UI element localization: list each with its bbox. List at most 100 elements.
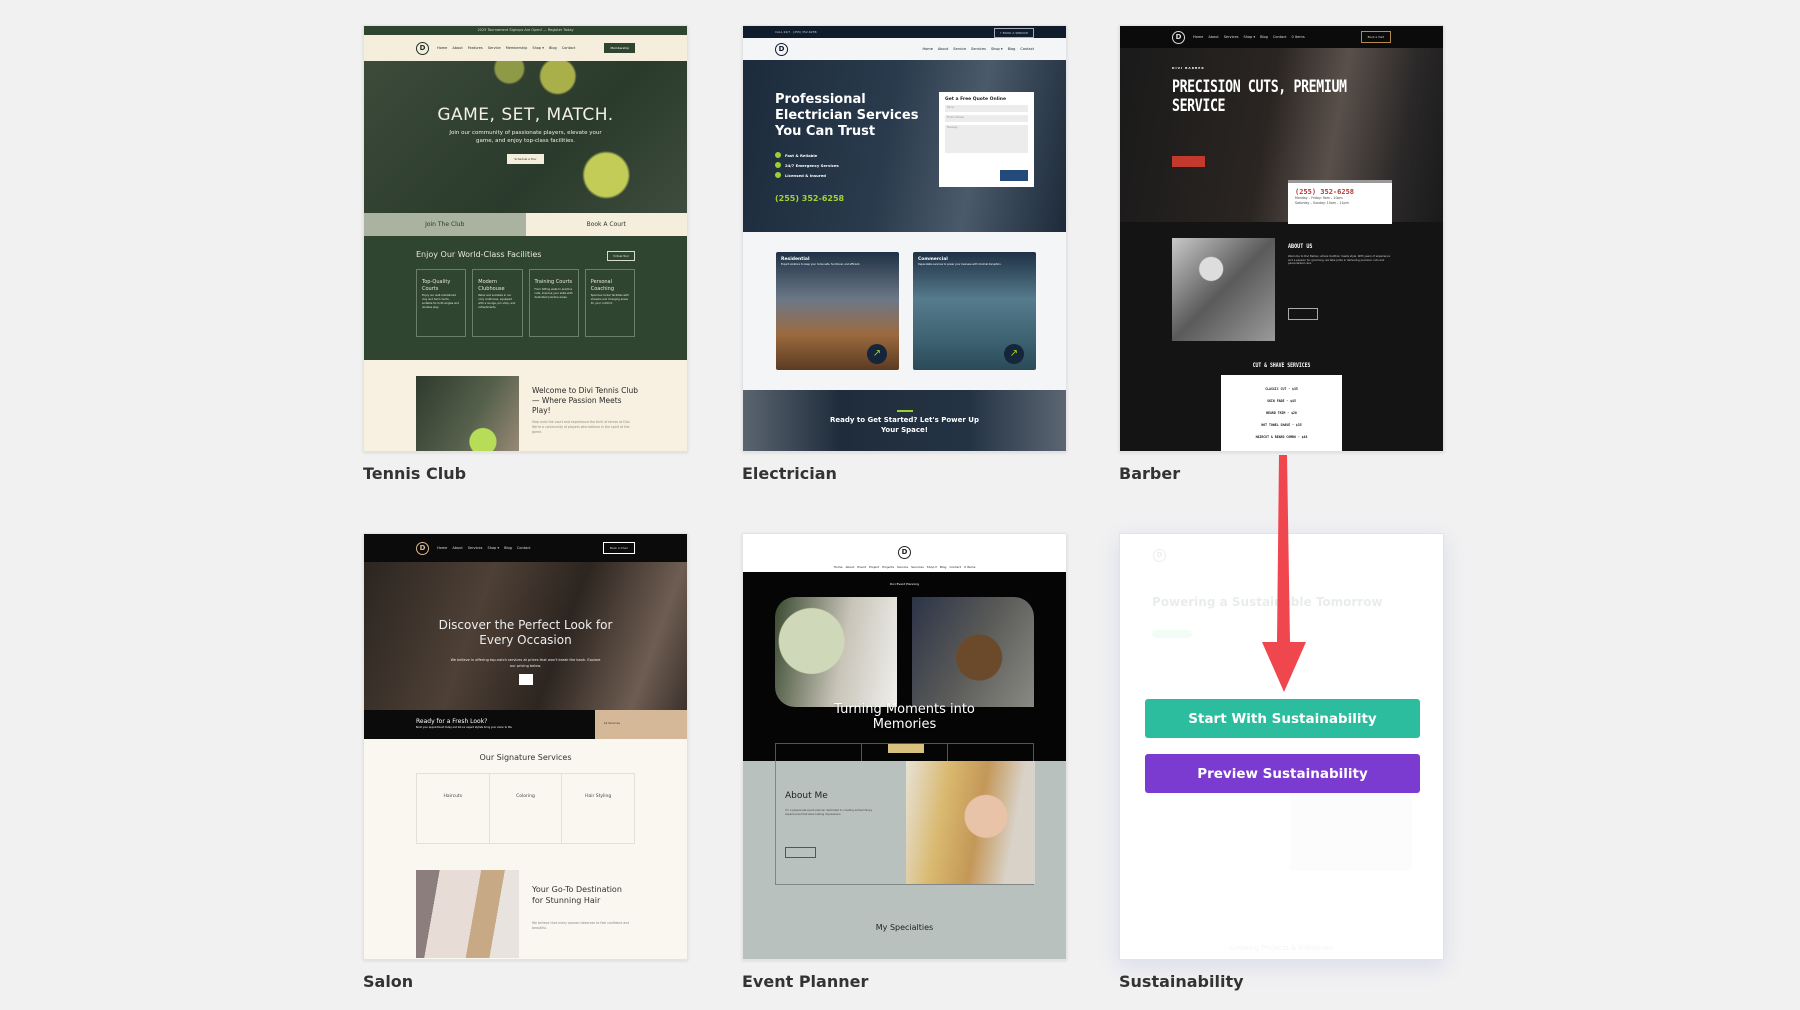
thumb-nav-item: Blog xyxy=(549,46,557,50)
thumb-nav-item: Blog xyxy=(1007,47,1016,51)
thumb-about-text: We believe that every woman deserves to … xyxy=(532,921,630,930)
divi-logo-icon: D xyxy=(1172,30,1185,44)
divi-logo-icon: D xyxy=(416,41,429,55)
thumb-nav: Home About Service Services Shop ▾ Blog … xyxy=(923,47,1034,51)
thumb-about-text: Welcome to Divi Barber, where tradition … xyxy=(1288,255,1391,266)
divi-logo-icon: D xyxy=(775,42,788,56)
template-label[interactable]: Electrician xyxy=(742,464,837,483)
template-label[interactable]: Event Planner xyxy=(742,972,868,991)
thumb-eyebrow: Divi Event Planning xyxy=(889,582,920,586)
thumb-welcome: Welcome to Divi Tennis Club— Where Passi… xyxy=(364,360,687,451)
thumb-service-text: Dependable services to power your busine… xyxy=(918,263,1002,266)
thumb-nav-item: Blog xyxy=(504,546,512,550)
thumb-quote-field: Message xyxy=(945,125,1028,153)
thumb-header: D Home About Event Project Projects Serv… xyxy=(743,534,1066,572)
thumb-nav-item: About xyxy=(452,546,463,550)
thumb-price-item: HAIRCUT & BEARD COMBO - $48 xyxy=(1255,435,1308,439)
template-label[interactable]: Sustainability xyxy=(1119,972,1244,991)
thumb-nav-item: Home xyxy=(922,47,933,51)
template-label[interactable]: Tennis Club xyxy=(363,464,466,483)
thumb-nav: Home About Services Shop ▾ Blog Contact xyxy=(437,546,531,550)
thumb-facility: Personal Coaching Spacious locker facilit… xyxy=(584,269,635,337)
thumb-bar-text: Book your appointment today and let our … xyxy=(416,726,513,729)
thumb-catering-photo xyxy=(912,597,1034,707)
thumb-header-button: Book a Visit xyxy=(1360,31,1391,43)
thumb-service-text: Expert solutions to keep your home safe,… xyxy=(781,263,861,266)
thumb-hero: Professional Electrician Services You Ca… xyxy=(743,60,1066,232)
thumb-hero-title: PRECISION CUTS, PREMIUM SERVICE xyxy=(1172,77,1347,116)
thumb-nav-item: Contact xyxy=(561,46,576,50)
thumb-feature-list: Fast & Reliable 24/7 Emergency Services … xyxy=(775,152,839,182)
thumb-split-left: Join The Club xyxy=(364,213,526,236)
thumb-nav-item: 0 Items xyxy=(1291,35,1305,39)
thumb-nav-item: Shop ▾ xyxy=(1243,35,1256,39)
thumb-facilities-button: Virtual Tour xyxy=(607,251,635,261)
thumb-cta-accent xyxy=(896,410,913,412)
thumb-facility: Top-Quality Courts Enjoy our well-maintai… xyxy=(416,269,467,337)
thumb-about-title: Your Go-To Destination for Stunning Hair xyxy=(532,885,622,905)
thumb-cta: Ready to Get Started? Let's Power Up You… xyxy=(743,390,1066,451)
thumb-hero-grid xyxy=(743,743,1066,761)
thumb-topbar-button: ⚡ BOOK A SERVICE xyxy=(993,28,1034,38)
thumb-tennis-photo xyxy=(416,376,519,451)
thumb-price-item: SKIN FADE - $45 xyxy=(1267,399,1296,403)
thumb-nav-item: About xyxy=(845,565,855,569)
thumb-nav-item: Services xyxy=(1223,35,1239,39)
thumb-services-title: CUT & SHAVE SERVICES xyxy=(1252,362,1311,369)
thumb-facility: Modern Clubhouse Relax and socialize in o… xyxy=(472,269,523,337)
thumb-stylist-photo xyxy=(416,870,519,958)
thumb-facility-title: Top-Quality Courts xyxy=(422,279,451,292)
thumb-hero-title: Turning Moments into Memories xyxy=(834,702,975,732)
thumb-hero-text: Join our community of passionate players… xyxy=(449,130,602,144)
thumb-bar-button: All Services xyxy=(594,710,687,739)
thumb-nav-item: Blog xyxy=(1260,35,1268,39)
thumb-hero-title: Powering a Sustainable Tomorrow xyxy=(1152,595,1383,609)
divi-logo-icon: D xyxy=(416,541,429,555)
thumb-nav-item: Event xyxy=(857,565,866,569)
preview-template-button[interactable]: Preview Sustainability xyxy=(1145,754,1420,793)
thumb-learn-more xyxy=(1288,308,1318,320)
thumb-facility-text: Enjoy our well-maintained clay and hard … xyxy=(422,294,459,309)
thumb-about: About Me I'm a passionate event planner … xyxy=(743,761,1066,959)
thumb-about-text: I'm a passionate event planner dedicated… xyxy=(785,809,873,816)
thumb-facility-text: From hitting walls to practice nets, imp… xyxy=(534,287,573,299)
thumb-phone: (255) 352-6258 xyxy=(775,194,845,203)
thumb-header: D Home About Service Services Shop ▾ Blo… xyxy=(743,38,1066,60)
thumb-bar-title: Ready for a Fresh Look? xyxy=(416,718,488,725)
template-card-electrician[interactable]: CALL 24/7 · (255) 352-6258 ⚡ BOOK A SERV… xyxy=(742,25,1067,452)
template-card-barber[interactable]: D Home About Services Shop ▾ Blog Contac… xyxy=(1119,25,1444,452)
thumb-nav-item: Shop ▾ xyxy=(487,546,500,550)
thumb-split: Join The Club Book A Court xyxy=(364,213,687,236)
thumb-nav-item: About xyxy=(1208,35,1219,39)
thumb-topbar-text: CALL 24/7 · (255) 352-6258 xyxy=(775,30,817,34)
thumb-quote-title: Get a Free Quote Online xyxy=(945,97,1007,102)
thumb-nav: Home About Event Project Projects Servic… xyxy=(743,565,1066,569)
thumb-nav-item: Home xyxy=(833,565,843,569)
thumb-service-card: Commercial Dependable services to power … xyxy=(913,252,1036,370)
thumb-nav-item: Contact xyxy=(949,565,962,569)
thumb-about-title: ABOUT US xyxy=(1288,242,1313,250)
template-card-salon[interactable]: D Home About Services Shop ▾ Blog Contac… xyxy=(363,533,688,960)
start-with-template-button[interactable]: Start With Sustainability xyxy=(1145,699,1420,738)
thumb-phone: (255) 352-6258 xyxy=(1295,188,1355,196)
thumb-price-item: CLASSIC CUT - $35 xyxy=(1265,387,1298,391)
thumb-quote-field: Email Address xyxy=(945,115,1028,122)
thumb-hero: DIVI BARBER PRECISION CUTS, PREMIUM SERV… xyxy=(1120,48,1443,224)
thumb-header: D Home About Features Service Membership… xyxy=(364,35,687,61)
thumb-hero-button xyxy=(1172,156,1205,167)
thumb-service: Hair Styling xyxy=(585,794,612,799)
thumb-topbar: CALL 24/7 · (255) 352-6258 ⚡ BOOK A SERV… xyxy=(743,26,1066,38)
template-card-event-planner[interactable]: D Home About Event Project Projects Serv… xyxy=(742,533,1067,960)
template-card-tennis-club[interactable]: 2025 Tournament Signups Are Open! — Regi… xyxy=(363,25,688,452)
thumb-planner-photo xyxy=(906,761,1035,884)
thumb-nav: Home About Features Service Membership S… xyxy=(437,46,575,50)
thumb-nav-item: Shop ▾ xyxy=(532,46,545,50)
thumb-welcome-title: Welcome to Divi Tennis Club— Where Passi… xyxy=(532,386,639,415)
thumb-footer-text: Growing Projects & Initiatives xyxy=(1230,944,1333,952)
template-card-sustainability[interactable]: D Powering a Sustainable Tomorrow Growin… xyxy=(1119,533,1444,960)
template-label[interactable]: Salon xyxy=(363,972,413,991)
template-label[interactable]: Barber xyxy=(1119,464,1180,483)
thumb-hero: Divi Event Planning Turning Moments into… xyxy=(743,572,1066,743)
thumb-services: CUT & SHAVE SERVICES CLASSIC CUT - $35 S… xyxy=(1120,362,1443,451)
thumb-hero-title: Professional Electrician Services You Ca… xyxy=(775,92,919,139)
